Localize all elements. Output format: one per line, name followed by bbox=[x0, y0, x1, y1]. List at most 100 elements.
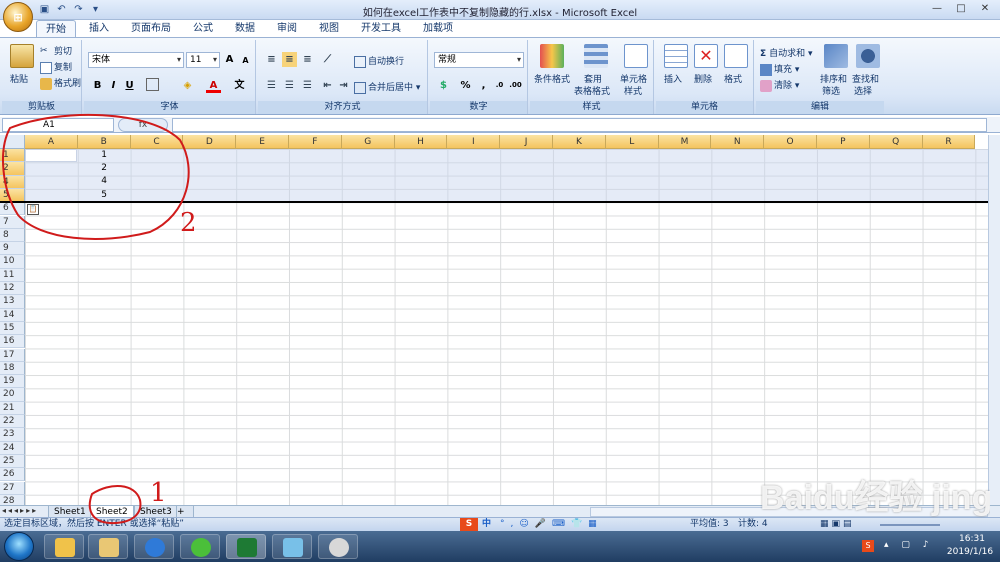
taskbar-app-5[interactable] bbox=[226, 534, 266, 559]
row-header-9[interactable]: 9 bbox=[0, 242, 25, 256]
row-header-27[interactable]: 27 bbox=[0, 481, 25, 495]
cell-b1[interactable]: 1 bbox=[77, 150, 107, 160]
merge-center-button[interactable]: 合并后居中 ▾ bbox=[354, 80, 420, 94]
sheet-nav-buttons[interactable]: ◂◂◂▸▸▸ bbox=[2, 506, 38, 515]
underline-button[interactable]: U bbox=[122, 78, 137, 93]
row-header-20[interactable]: 20 bbox=[0, 388, 25, 402]
cell-b4[interactable]: 4 bbox=[77, 176, 107, 186]
row-header-22[interactable]: 22 bbox=[0, 415, 25, 429]
cell-styles-button-line2[interactable]: 样式 bbox=[624, 84, 642, 97]
row-header-13[interactable]: 13 bbox=[0, 295, 25, 309]
percent-button[interactable]: % bbox=[458, 78, 473, 93]
align-right-icon[interactable]: ☰ bbox=[300, 78, 315, 93]
fill-color-icon[interactable]: ◈ bbox=[180, 78, 195, 93]
taskbar-app-1[interactable] bbox=[44, 534, 84, 559]
select-all-corner[interactable] bbox=[0, 135, 25, 149]
tab-add-ins[interactable]: 加载项 bbox=[414, 20, 462, 38]
outdent-icon[interactable]: ⇥ bbox=[336, 78, 351, 93]
align-left-icon[interactable]: ☰ bbox=[264, 78, 279, 93]
italic-button[interactable]: I bbox=[106, 78, 121, 93]
column-header-b[interactable]: B bbox=[77, 135, 131, 149]
column-header-i[interactable]: I bbox=[447, 135, 501, 149]
row-header-11[interactable]: 11 bbox=[0, 268, 25, 282]
column-header-c[interactable]: C bbox=[130, 135, 184, 149]
column-header-q[interactable]: Q bbox=[869, 135, 923, 149]
column-header-h[interactable]: H bbox=[394, 135, 448, 149]
increase-decimal-icon[interactable]: .0 bbox=[492, 78, 507, 93]
align-top-icon[interactable]: ≡ bbox=[264, 52, 279, 67]
name-box[interactable]: A1 bbox=[2, 118, 114, 132]
row-header-26[interactable]: 26 bbox=[0, 468, 25, 482]
horizontal-scrollbar[interactable] bbox=[590, 507, 988, 517]
ime-mode[interactable]: 中 bbox=[482, 518, 491, 531]
cell-b2[interactable]: 2 bbox=[77, 163, 107, 173]
find-select-button-line2[interactable]: 选择 bbox=[854, 84, 872, 97]
minimize-button[interactable]: — bbox=[926, 2, 948, 16]
column-header-a[interactable]: A bbox=[25, 135, 78, 149]
row-header-2[interactable]: 2 bbox=[0, 162, 25, 176]
tab-home[interactable]: 开始 bbox=[36, 20, 76, 38]
sogou-ime-icon[interactable]: S bbox=[460, 518, 478, 531]
number-format-combo[interactable]: 常规 bbox=[434, 52, 524, 68]
format-painter-button[interactable]: 格式刷 bbox=[40, 76, 81, 90]
view-buttons-icon[interactable]: ▦▣▤ bbox=[820, 518, 855, 531]
taskbar-app-7[interactable] bbox=[318, 534, 358, 559]
office-button[interactable]: ⊞ bbox=[3, 2, 33, 32]
column-header-e[interactable]: E bbox=[236, 135, 289, 149]
row-header-21[interactable]: 21 bbox=[0, 401, 25, 415]
vertical-scrollbar[interactable] bbox=[988, 135, 1000, 505]
row-header-14[interactable]: 14 bbox=[0, 308, 25, 322]
tab-review[interactable]: 审阅 bbox=[268, 20, 306, 38]
row-header-24[interactable]: 24 bbox=[0, 441, 25, 455]
paste-options-icon[interactable]: 📋 bbox=[27, 204, 39, 215]
row-header-19[interactable]: 19 bbox=[0, 375, 25, 389]
worksheet-grid[interactable]: ABCDEFGHIJKLMNOPQR 1 2 4 5 6 7 8 9 10 11 12 13 14 15 1… bbox=[0, 135, 988, 505]
row-header-28[interactable]: 28 bbox=[0, 494, 25, 505]
column-header-j[interactable]: J bbox=[500, 135, 553, 149]
row-header-10[interactable]: 10 bbox=[0, 255, 25, 269]
indent-icon[interactable]: ⇤ bbox=[320, 78, 335, 93]
font-color-button[interactable]: A bbox=[206, 78, 221, 93]
delete-cells-button[interactable]: 删除 bbox=[694, 72, 712, 85]
taskbar-app-2[interactable] bbox=[88, 534, 128, 559]
ime-tray-icon[interactable]: S bbox=[862, 540, 874, 552]
taskbar-app-3[interactable] bbox=[134, 534, 174, 559]
row-header-17[interactable]: 17 bbox=[0, 348, 25, 362]
column-header-r[interactable]: R bbox=[922, 135, 976, 149]
align-center-icon[interactable]: ☰ bbox=[282, 78, 297, 93]
sort-filter-button-line2[interactable]: 筛选 bbox=[822, 84, 840, 97]
row-header-16[interactable]: 16 bbox=[0, 335, 25, 349]
row-header-7[interactable]: 7 bbox=[0, 215, 25, 229]
ime-toolbar-icons[interactable]: °,☺🎤⌨👕▦ bbox=[500, 518, 603, 531]
formula-input[interactable] bbox=[172, 118, 987, 132]
tab-developer[interactable]: 开发工具 bbox=[352, 20, 410, 38]
tab-view[interactable]: 视图 bbox=[310, 20, 348, 38]
row-header-8[interactable]: 8 bbox=[0, 228, 25, 243]
column-header-o[interactable]: O bbox=[764, 135, 817, 149]
close-button[interactable]: ✕ bbox=[974, 2, 996, 16]
fill-button[interactable]: 填充 ▾ bbox=[760, 62, 799, 76]
column-header-k[interactable]: K bbox=[553, 135, 606, 149]
column-header-f[interactable]: F bbox=[289, 135, 342, 149]
cell-b5[interactable]: 5 bbox=[77, 190, 107, 200]
tab-page-layout[interactable]: 页面布局 bbox=[122, 20, 180, 38]
start-button[interactable] bbox=[4, 532, 34, 561]
column-header-p[interactable]: P bbox=[817, 135, 870, 149]
clear-button[interactable]: 清除 ▾ bbox=[760, 78, 799, 92]
row-header-4[interactable]: 4 bbox=[0, 175, 25, 189]
copy-button[interactable]: 复制 bbox=[40, 60, 72, 74]
autosum-button[interactable]: Σ 自动求和 ▾ bbox=[760, 46, 813, 59]
taskbar-app-6[interactable] bbox=[272, 534, 312, 559]
row-header-6[interactable]: 6 bbox=[0, 202, 25, 216]
insert-function-button[interactable]: fx bbox=[118, 118, 168, 132]
insert-cells-button[interactable]: 插入 bbox=[664, 72, 682, 85]
format-table-button-line2[interactable]: 表格格式 bbox=[574, 84, 610, 97]
currency-icon[interactable]: $ bbox=[436, 78, 451, 93]
grow-font-button[interactable]: A bbox=[222, 52, 237, 67]
zoom-slider[interactable] bbox=[880, 524, 940, 526]
decrease-decimal-icon[interactable]: .00 bbox=[508, 78, 523, 93]
active-cell-a1[interactable] bbox=[25, 149, 77, 163]
tab-insert[interactable]: 插入 bbox=[80, 20, 118, 38]
border-icon[interactable] bbox=[146, 78, 159, 91]
orientation-icon[interactable]: ⟋ bbox=[320, 52, 335, 67]
